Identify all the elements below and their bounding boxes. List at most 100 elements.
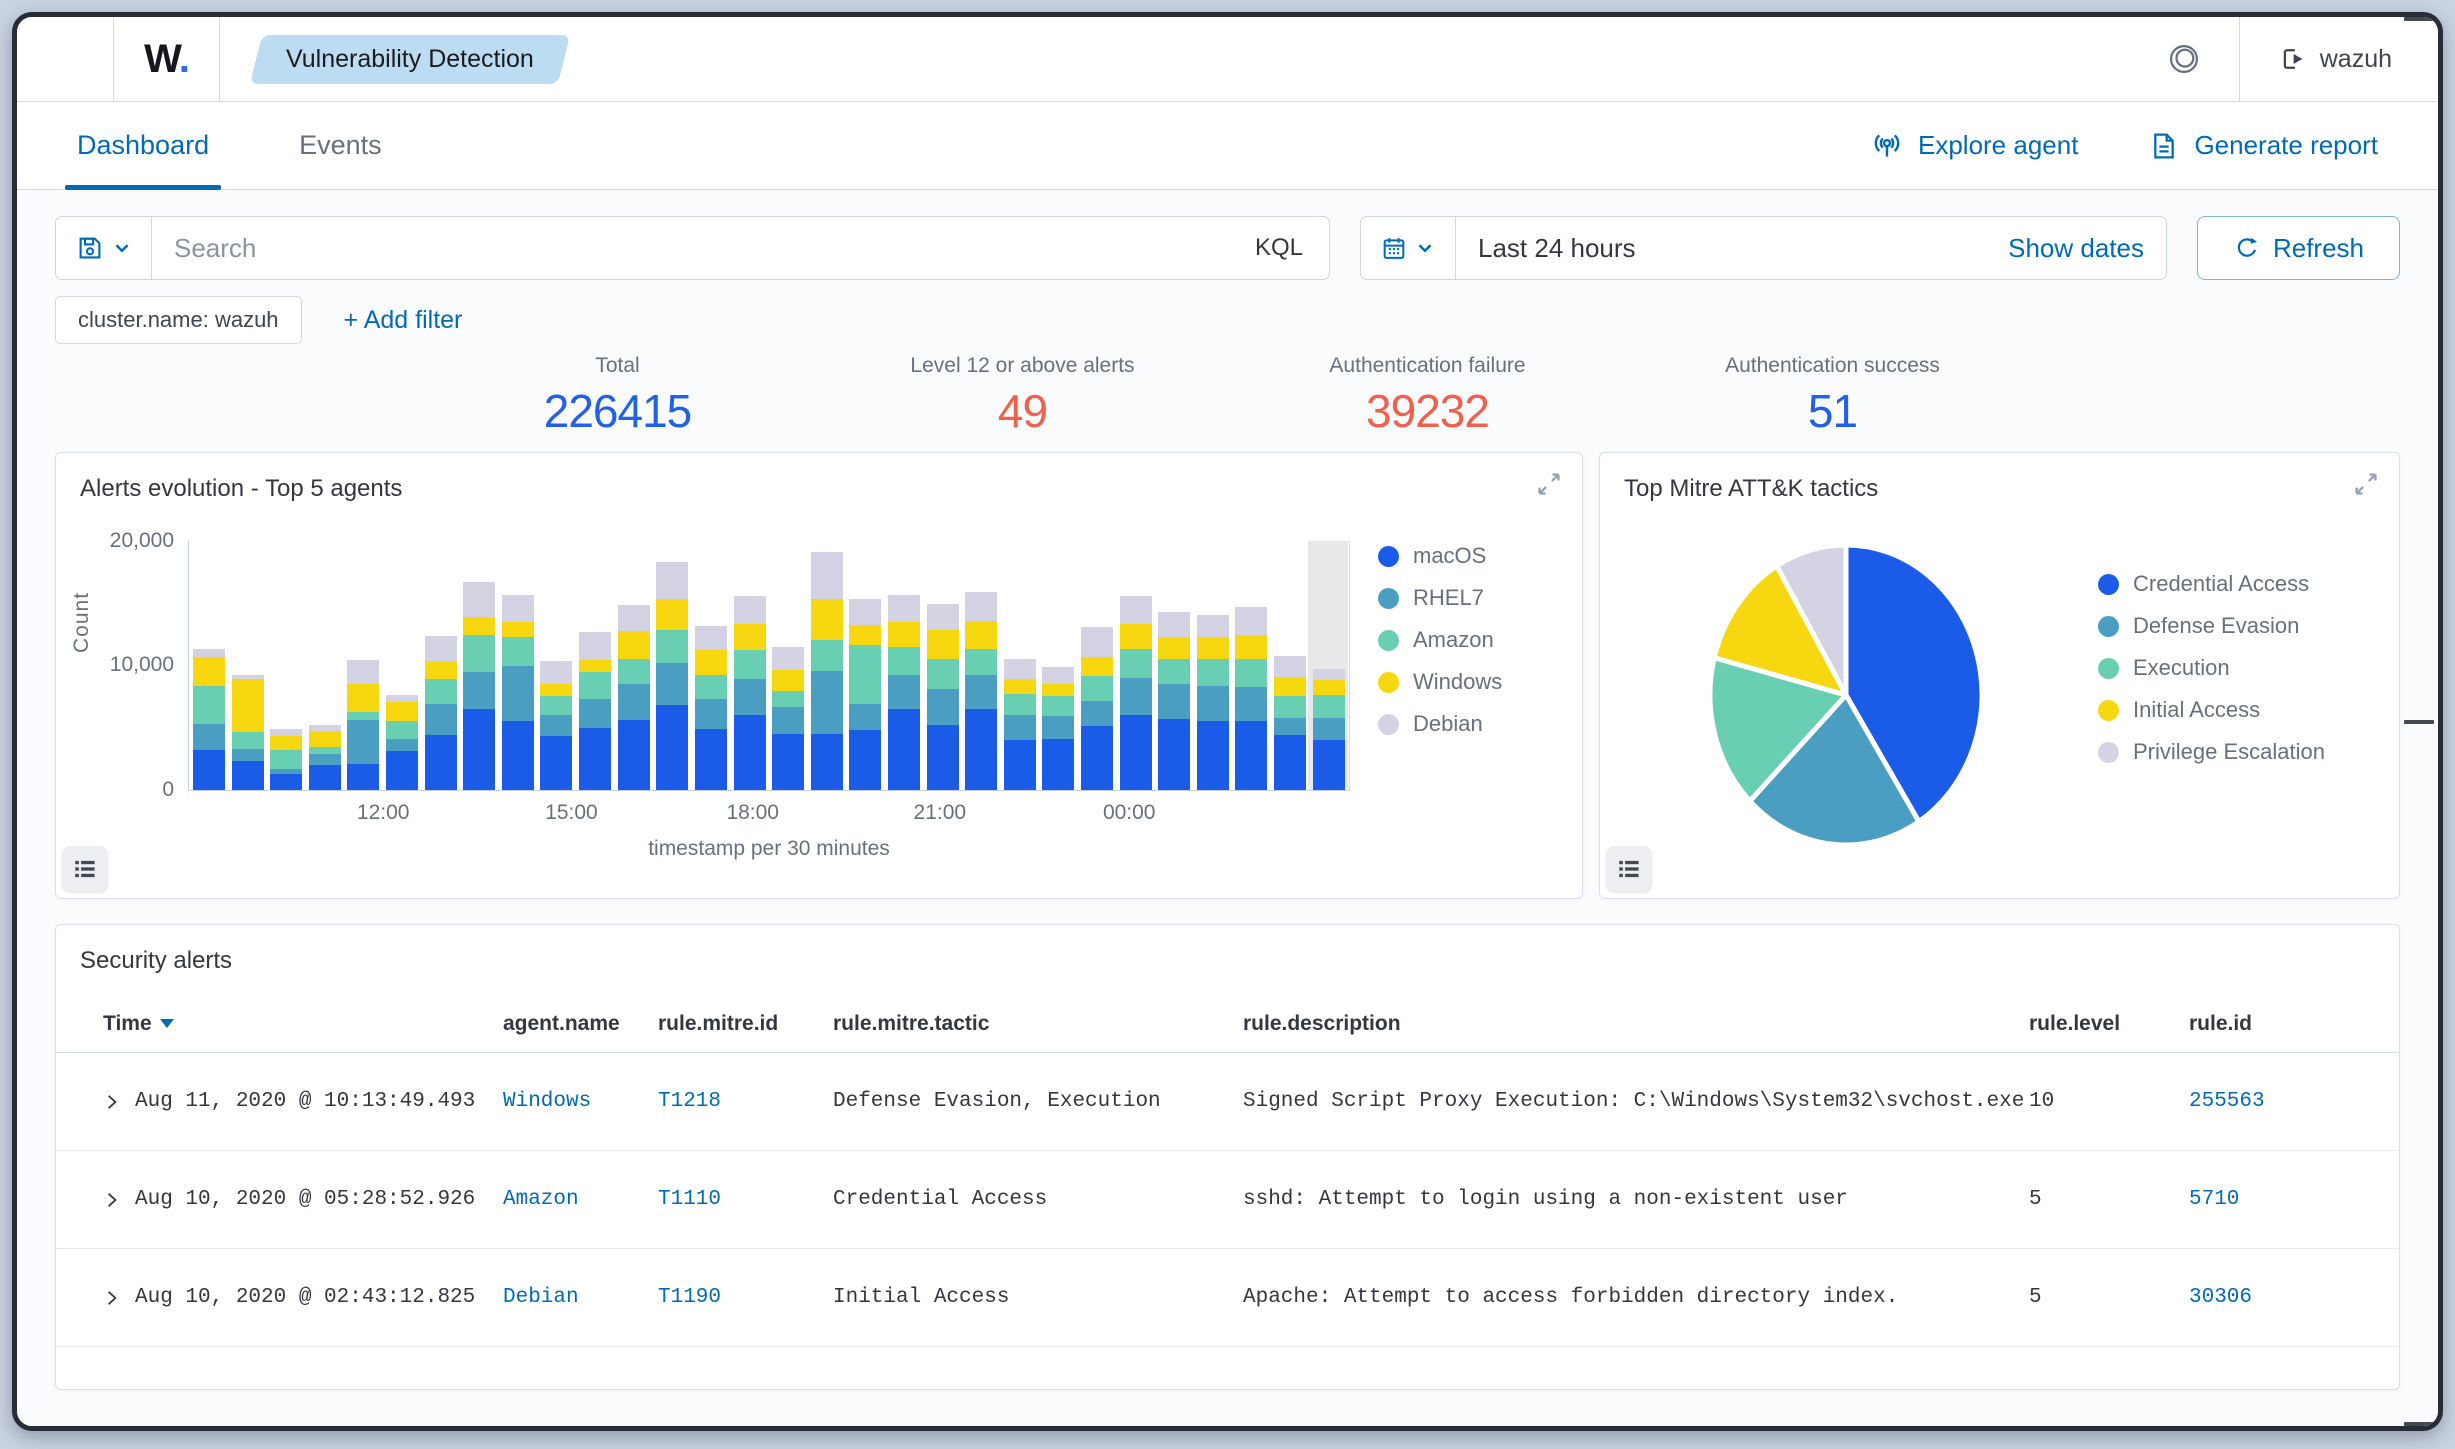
stacked-bar[interactable] [656, 562, 689, 790]
stacked-bar[interactable] [965, 592, 998, 790]
bar-segment-windows [1312, 680, 1345, 695]
table-row[interactable]: Aug 11, 2020 @ 10:13:49.493 Windows T1218 D… [56, 1053, 2399, 1151]
stacked-bar[interactable] [1081, 627, 1114, 790]
expand-panel-button[interactable] [1532, 467, 1566, 501]
bar-segment-debian [579, 632, 612, 660]
inspect-panel-button[interactable] [1606, 846, 1652, 892]
stacked-bar[interactable] [1274, 656, 1307, 790]
bar-segment-rhel7 [386, 738, 419, 752]
stacked-bar[interactable] [887, 594, 920, 790]
column-header-rule-level[interactable]: rule.level [2029, 1012, 2189, 1036]
column-header-agent-name[interactable]: agent.name [503, 1012, 658, 1036]
column-header-time[interactable]: Time [103, 1012, 503, 1036]
cell-agent-name-link[interactable]: Amazon [503, 1188, 658, 1211]
legend-item[interactable]: RHEL7 [1378, 577, 1502, 619]
cell-rule-id-link[interactable]: 255563 [2189, 1090, 2359, 1113]
legend-item[interactable]: macOS [1378, 535, 1502, 577]
expand-icon [2355, 473, 2377, 495]
expand-row-icon[interactable] [103, 1093, 121, 1111]
stacked-bar[interactable] [540, 661, 573, 790]
bar-segment-rhel7 [463, 672, 496, 709]
column-header-label: Time [103, 1011, 152, 1035]
column-header-rule-description[interactable]: rule.description [1243, 1012, 2029, 1036]
expand-row-icon[interactable] [103, 1289, 121, 1307]
tab-events[interactable]: Events [299, 102, 382, 189]
table-row[interactable]: Aug 10, 2020 @ 02:43:12.825 Debian T1190 In… [56, 1249, 2399, 1347]
stacked-bar[interactable] [1003, 658, 1036, 790]
column-header-rule-mitre-id[interactable]: rule.mitre.id [658, 1012, 833, 1036]
stacked-bar[interactable] [463, 582, 496, 790]
stacked-bar[interactable] [849, 598, 882, 790]
bar-segment-amazon [617, 658, 650, 684]
bar-segment-rhel7 [308, 753, 341, 765]
cell-rule-level: 10 [2029, 1090, 2055, 1113]
bar-segment-amazon [501, 637, 534, 667]
cell-time: Aug 10, 2020 @ 02:43:12.825 [103, 1286, 503, 1309]
stacked-bar[interactable] [231, 674, 264, 790]
bar-segment-windows [540, 683, 573, 697]
stacked-bar[interactable] [733, 596, 766, 790]
bar-segment-windows [1003, 678, 1036, 694]
stacked-bar[interactable] [308, 724, 341, 790]
bar-segment-debian [1312, 668, 1345, 680]
stacked-bar[interactable] [347, 659, 380, 790]
cell-rule-id-link[interactable]: 5710 [2189, 1188, 2359, 1211]
bar-segment-windows [463, 617, 496, 635]
stacked-bar[interactable] [193, 648, 225, 790]
cell-mitre-id-link[interactable]: T1190 [658, 1286, 833, 1309]
stacked-bar[interactable] [1196, 614, 1229, 790]
bar-segment-macos [1196, 721, 1229, 790]
column-header-rule-mitre-tactic[interactable]: rule.mitre.tactic [833, 1012, 1243, 1036]
bar-segment-windows [501, 622, 534, 638]
cell-mitre-id-link[interactable]: T1110 [658, 1188, 833, 1211]
stacked-bar[interactable] [579, 632, 612, 790]
stacked-bar[interactable] [501, 594, 534, 790]
legend-item[interactable]: Windows [1378, 661, 1502, 703]
stacked-bar[interactable] [810, 552, 843, 790]
cell-rule-description: Signed Script Proxy Execution: C:\Window… [1243, 1090, 2025, 1113]
legend-item[interactable]: Initial Access [2098, 689, 2325, 731]
legend-item[interactable]: Execution [2098, 647, 2325, 689]
stacked-bar[interactable] [270, 728, 303, 790]
bar-segment-macos [501, 721, 534, 790]
stacked-bar[interactable] [617, 604, 650, 790]
legend-item[interactable]: Credential Access [2098, 563, 2325, 605]
y-axis-label: Count [70, 591, 93, 653]
legend-item[interactable]: Defense Evasion [2098, 605, 2325, 647]
stacked-bar[interactable] [424, 636, 457, 790]
cell-rule-level: 5 [2029, 1286, 2042, 1309]
inspect-panel-button[interactable] [62, 846, 108, 892]
panel-title: Security alerts [80, 947, 233, 974]
legend-item[interactable]: Amazon [1378, 619, 1502, 661]
cell-agent-name-link[interactable]: Windows [503, 1090, 658, 1113]
stacked-bar[interactable] [694, 626, 727, 790]
bar-segment-rhel7 [579, 698, 612, 728]
stacked-bar[interactable] [386, 694, 419, 790]
cell-mitre-id-link[interactable]: T1218 [658, 1090, 833, 1113]
bar-segment-windows [1196, 637, 1229, 659]
table-row[interactable]: Aug 10, 2020 @ 05:28:52.926 Amazon T1110 Cr… [56, 1151, 2399, 1249]
breadcrumb-module-badge[interactable]: Vulnerability Detection [249, 34, 570, 84]
stacked-bar[interactable] [1119, 596, 1152, 790]
legend-label: Credential Access [2133, 571, 2310, 596]
bar-segment-amazon [849, 644, 882, 704]
stacked-bar[interactable] [772, 647, 805, 790]
bar-segment-windows [849, 624, 882, 645]
bar-segment-windows [617, 631, 650, 659]
cell-rule-id-link[interactable]: 30306 [2189, 1286, 2359, 1309]
cell-agent-name-link[interactable]: Debian [503, 1286, 658, 1309]
stacked-bar[interactable] [926, 603, 959, 790]
column-header-rule-id[interactable]: rule.id [2189, 1012, 2359, 1036]
bar-segment-rhel7 [1158, 683, 1191, 719]
legend-item[interactable]: Privilege Escalation [2098, 731, 2325, 773]
tab-dashboard[interactable]: Dashboard [64, 102, 222, 190]
legend-item[interactable]: Debian [1378, 703, 1502, 745]
stacked-bar[interactable] [1042, 667, 1075, 790]
stacked-bar[interactable] [1312, 668, 1345, 790]
menu-button[interactable] [17, 17, 2434, 1426]
expand-panel-button[interactable] [2349, 467, 2383, 501]
stacked-bar[interactable] [1235, 607, 1268, 790]
expand-row-icon[interactable] [103, 1191, 121, 1209]
stacked-bar[interactable] [1158, 612, 1191, 790]
bar-segment-amazon [1042, 696, 1075, 717]
